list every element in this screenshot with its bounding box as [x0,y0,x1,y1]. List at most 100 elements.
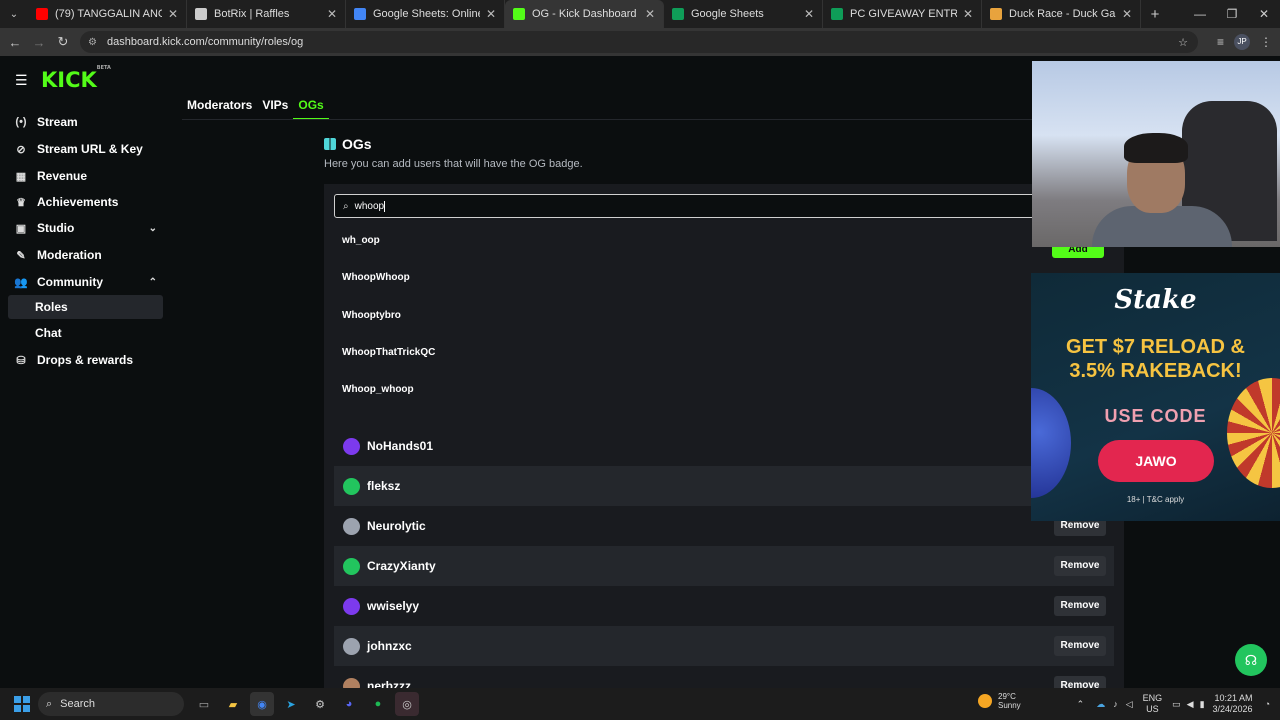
volume-icon[interactable]: ◁ [1126,699,1133,710]
tab-favicon-icon [990,8,1002,20]
sidebar-item-roles[interactable]: Roles [8,295,163,319]
browser-tab[interactable]: Google Sheets ✕ [664,0,823,28]
ad-headline-line2: 3.5% RAKEBACK! [1069,360,1242,382]
chrome-icon[interactable]: ◉ [250,692,274,716]
close-window-button[interactable]: ✕ [1248,0,1280,28]
forward-icon[interactable]: → [27,35,51,50]
microphone-icon[interactable]: ♪ [1113,699,1118,709]
onedrive-icon[interactable]: ☁ [1096,699,1105,710]
reload-icon[interactable]: ↻ [51,34,75,50]
sidebar-item-studio[interactable]: ▣ Studio ⌄ [8,216,163,240]
sidebar-item-moderation[interactable]: ✎ Moderation [8,243,163,267]
sidebar-item-chat[interactable]: Chat [8,321,163,345]
kick-logo[interactable]: KICKBETA [41,65,111,92]
sidebar-item-achievements[interactable]: ♛ Achievements [8,190,163,214]
tab-favicon-icon [195,8,207,20]
og-panel: ⌕ whoop Add wh_oop WhoopWhoop Whooptybro Wh… [324,184,1124,696]
steam-icon[interactable]: ◎ [395,692,419,716]
taskbar-search[interactable]: ⌕ Search [38,692,184,716]
tray-overflow-icon[interactable]: ⌃ [1077,699,1085,710]
sidebar-item-stream-url-key[interactable]: ⊘ Stream URL & Key [8,137,163,161]
og-username[interactable]: johnzxc [367,639,412,653]
sidebar-item-revenue[interactable]: ▦ Revenue [8,164,163,188]
tab-ogs[interactable]: OGs [293,92,329,120]
chevron-down-icon[interactable]: ⌄ [149,223,157,234]
remove-button[interactable]: Remove [1054,636,1106,656]
minimize-button[interactable]: — [1184,0,1216,28]
browser-tab[interactable]: Google Sheets: Online Spreads ✕ [346,0,505,28]
hamburger-menu-icon[interactable]: ☰ [15,72,28,89]
url-text: dashboard.kick.com/community/roles/og [106,36,304,48]
user-search-input[interactable]: ⌕ whoop [334,194,1044,218]
og-username[interactable]: fleksz [367,479,400,493]
search-value: whoop [354,200,385,212]
drops-icon: ⛁ [16,354,26,367]
weather-desc: Sunny [998,701,1021,710]
tab-vips[interactable]: VIPs [257,92,293,120]
browser-tab[interactable]: PC GIVEAWAY ENTRIES MAY 20 ✕ [823,0,982,28]
browser-menu-icon[interactable]: ⋮ [1260,35,1272,49]
chevron-up-icon[interactable]: ⌃ [149,277,157,288]
speaker-icon[interactable]: ◀ [1187,699,1194,710]
suggestion-item[interactable]: wh_oop [334,222,1044,259]
tab-title: Google Sheets [691,8,764,20]
network-icon[interactable]: ▭ [1172,699,1181,710]
tab-title: Google Sheets: Online Spreads [373,8,480,20]
avatar [343,477,360,495]
page-title: OGs [342,136,372,152]
sidebar-item-drops-rewards[interactable]: ⛁ Drops & rewards [8,348,163,372]
language-indicator[interactable]: ENG US [1143,693,1163,715]
og-username[interactable]: wwiselyy [367,599,419,613]
tab-favicon-icon [831,8,843,20]
ad-code-button: JAWO [1098,440,1214,482]
windows-start-icon[interactable] [14,696,30,712]
clock[interactable]: 10:21 AM 3/24/2026 [1213,693,1253,715]
sidebar-item-label: Revenue [37,169,88,183]
remove-button[interactable]: Remove [1054,556,1106,576]
browser-tab[interactable]: OG - Kick Dashboard ✕ [505,0,664,28]
suggestion-item[interactable]: WhoopThatTrickQC [334,334,1044,371]
spotify-icon[interactable]: ● [366,692,390,716]
suggestion-item[interactable]: Whooptybro [334,297,1044,334]
tab-close-icon[interactable]: ✕ [645,7,655,21]
browser-tab[interactable]: (79) TANGGALIN ANG KILAY - Y ✕ [28,0,187,28]
ad-disclaimer: 18+ | T&C apply [1126,495,1185,504]
tab-close-icon[interactable]: ✕ [804,7,814,21]
reading-list-icon[interactable]: ≡ [1217,35,1224,49]
og-username[interactable]: Neurolytic [367,519,426,533]
tab-search-button[interactable]: ⌄ [0,0,28,28]
profile-avatar[interactable]: JP [1234,34,1250,50]
og-username[interactable]: NoHands01 [367,439,433,453]
help-chat-button[interactable]: ☊ [1235,644,1267,676]
back-icon[interactable]: ← [3,35,27,50]
suggestion-item[interactable]: Whoop_whoop [334,371,1044,408]
bookmark-star-icon[interactable]: ☆ [1178,36,1188,49]
suggestion-item[interactable]: WhoopWhoop [334,259,1044,296]
browser-tab[interactable]: Duck Race - Duck Games ✕ [982,0,1141,28]
tab-close-icon[interactable]: ✕ [963,7,973,21]
site-info-icon[interactable]: ⚙ [88,37,97,48]
roulette-wheel-graphic [1227,378,1280,488]
tab-close-icon[interactable]: ✕ [327,7,337,21]
task-view-icon[interactable]: ▭ [192,692,216,716]
sidebar-item-community[interactable]: 👥 Community ⌃ [8,270,163,294]
url-bar[interactable]: ⚙ dashboard.kick.com/community/roles/og … [80,31,1198,53]
browser-tab[interactable]: BotRix | Raffles ✕ [187,0,346,28]
battery-icon[interactable]: ▮ [1200,699,1205,710]
new-tab-button[interactable]: + [1141,6,1169,23]
telegram-icon[interactable]: ➤ [279,692,303,716]
maximize-button[interactable]: ❐ [1216,0,1248,28]
tab-close-icon[interactable]: ✕ [1122,7,1132,21]
remove-button[interactable]: Remove [1054,596,1106,616]
discord-icon[interactable]: ◕ [337,692,361,716]
file-explorer-icon[interactable]: ▰ [221,692,245,716]
tab-close-icon[interactable]: ✕ [486,7,496,21]
tab-close-icon[interactable]: ✕ [168,7,178,21]
settings-icon[interactable]: ⚙ [308,692,332,716]
weather-widget[interactable]: 29°C Sunny [978,692,1021,710]
tab-moderators[interactable]: Moderators [182,92,257,120]
notification-bell-icon[interactable]: ◔ [1265,699,1270,709]
og-username[interactable]: CrazyXianty [367,559,436,573]
sidebar-item-stream[interactable]: (•) Stream [8,110,163,134]
clock-date: 3/24/2026 [1212,704,1253,714]
